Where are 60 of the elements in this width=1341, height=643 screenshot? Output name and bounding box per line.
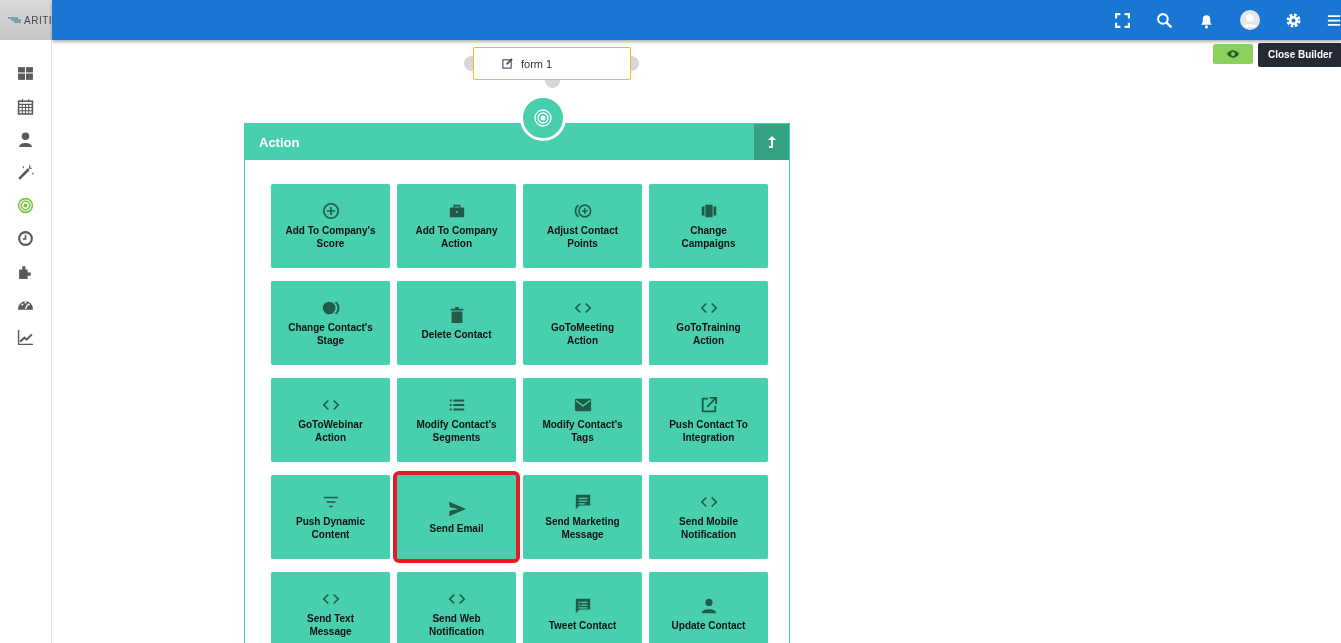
circle-icon bbox=[321, 299, 340, 317]
clock-icon[interactable] bbox=[17, 230, 34, 247]
arrow-up-icon bbox=[766, 135, 777, 149]
preview-button[interactable] bbox=[1213, 44, 1253, 64]
fullscreen-button[interactable] bbox=[1114, 11, 1131, 29]
connector-handle[interactable] bbox=[631, 56, 639, 71]
connector-handle[interactable] bbox=[464, 56, 473, 71]
eye-icon bbox=[1226, 49, 1240, 59]
action-tile[interactable]: Add To Company's Score bbox=[271, 184, 390, 268]
connector-handle[interactable] bbox=[545, 80, 560, 88]
search-icon bbox=[1156, 11, 1173, 29]
envelope-icon bbox=[573, 396, 592, 414]
close-builder-tooltip: Close Builder bbox=[1258, 43, 1341, 67]
search-button[interactable] bbox=[1156, 11, 1173, 29]
target-icon bbox=[534, 109, 552, 127]
person-icon[interactable] bbox=[17, 131, 34, 148]
form-node[interactable]: form 1 bbox=[473, 47, 631, 80]
action-tile[interactable]: Modify Contact's Segments bbox=[397, 378, 516, 462]
avatar-icon bbox=[1240, 10, 1260, 30]
action-tile[interactable]: Adjust Contact Points bbox=[523, 184, 642, 268]
action-tile[interactable]: Modify Contact's Tags bbox=[523, 378, 642, 462]
plus-circle-icon bbox=[321, 202, 340, 220]
action-tile[interactable]: Send Marketing Message bbox=[523, 475, 642, 559]
edit-icon bbox=[502, 58, 513, 69]
action-tile[interactable]: Add To Company Action bbox=[397, 184, 516, 268]
magic-wand-icon[interactable] bbox=[17, 164, 34, 181]
logo-icon bbox=[8, 17, 22, 23]
line-chart-icon[interactable] bbox=[17, 329, 34, 346]
fullscreen-icon bbox=[1114, 11, 1131, 29]
briefcase-icon bbox=[447, 202, 466, 220]
message-icon bbox=[573, 596, 592, 615]
panel-title: Action bbox=[258, 134, 300, 150]
collapse-button[interactable] bbox=[754, 124, 789, 160]
plus-circle-icon bbox=[573, 202, 592, 220]
action-tile[interactable]: GoToMeeting Action bbox=[523, 281, 642, 365]
action-tile[interactable]: Push Dynamic Content bbox=[271, 475, 390, 559]
settings-icon bbox=[1285, 11, 1302, 29]
action-tile[interactable]: Delete Contact bbox=[397, 281, 516, 365]
action-tile[interactable]: GoToWebinar Action bbox=[271, 378, 390, 462]
action-tile[interactable]: Send Text Message bbox=[271, 572, 390, 643]
person-icon bbox=[699, 596, 718, 615]
dashboard-icon[interactable] bbox=[17, 65, 34, 82]
logo-text: ARITI bbox=[24, 14, 52, 26]
action-tile[interactable]: Tweet Contact bbox=[523, 572, 642, 643]
settings-button[interactable] bbox=[1285, 11, 1302, 29]
action-tile[interactable]: GoToTraining Action bbox=[649, 281, 768, 365]
columns-icon bbox=[699, 202, 718, 220]
action-tile[interactable]: Change Campaigns bbox=[649, 184, 768, 268]
message-icon bbox=[573, 493, 592, 511]
action-tile[interactable]: Push Contact To Integration bbox=[649, 378, 768, 462]
calendar-icon[interactable] bbox=[17, 98, 34, 115]
puzzle-icon[interactable] bbox=[17, 263, 34, 280]
avatar-button[interactable] bbox=[1240, 10, 1260, 30]
external-link-icon bbox=[699, 396, 718, 414]
send-icon bbox=[447, 499, 466, 518]
action-tile[interactable]: Change Contact's Stage bbox=[271, 281, 390, 365]
action-tile[interactable]: Send Mobile Notification bbox=[649, 475, 768, 559]
node-label: form 1 bbox=[521, 57, 553, 70]
action-tile[interactable]: Send Web Notification bbox=[397, 572, 516, 643]
action-tile[interactable]: Update Contact bbox=[649, 572, 768, 643]
